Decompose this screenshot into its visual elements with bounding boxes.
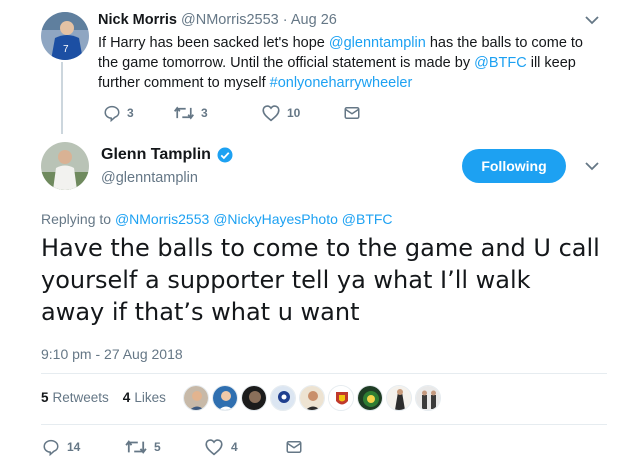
message-button[interactable]: [284, 438, 304, 456]
like-icon: [262, 105, 280, 122]
avatar[interactable]: 7: [41, 12, 89, 60]
tweet-actions: 14 5 4: [41, 438, 341, 456]
mention-link[interactable]: @BTFC: [474, 55, 527, 71]
retweet-icon: [174, 106, 194, 120]
hashtag-link[interactable]: #onlyoneharrywheeler: [270, 75, 413, 91]
avatar[interactable]: [357, 385, 383, 411]
mention-link[interactable]: @NickyHayesPhoto: [213, 211, 338, 227]
chevron-down-icon[interactable]: [584, 14, 600, 26]
avatar[interactable]: [183, 385, 209, 411]
divider: [41, 373, 607, 374]
message-icon: [286, 441, 302, 453]
avatar[interactable]: [212, 385, 238, 411]
retweets-label: Retweets: [52, 390, 109, 405]
reply-icon: [43, 439, 59, 456]
reply-button[interactable]: 3: [103, 104, 134, 122]
avatar[interactable]: [270, 385, 296, 411]
message-icon: [344, 107, 360, 119]
parent-tweet[interactable]: 7 Nick Morris @NMorris2553 · Aug 26 If H…: [0, 0, 640, 134]
following-button[interactable]: Following: [462, 149, 566, 183]
retweets-stat[interactable]: 5 Retweets: [41, 390, 109, 405]
author-row: Glenn Tamplin: [101, 146, 234, 164]
replying-to: Replying to @NMorris2553 @NickyHayesPhot…: [41, 211, 393, 227]
like-icon: [205, 439, 223, 456]
replying-prefix: Replying to: [41, 211, 115, 227]
liker-avatars: [183, 385, 444, 411]
retweet-button[interactable]: 3: [173, 104, 208, 122]
likes-stat[interactable]: 4 Likes: [123, 390, 166, 405]
mention-link[interactable]: @glenntamplin: [329, 35, 426, 51]
tweet-text: Have the balls to come to the game and U…: [41, 234, 600, 326]
svg-text:7: 7: [63, 44, 69, 55]
like-button[interactable]: 4: [203, 438, 238, 456]
retweet-icon: [125, 440, 147, 454]
author-handle[interactable]: @NMorris2553: [181, 12, 279, 28]
reply-count: 14: [67, 440, 81, 454]
reply-button[interactable]: 14: [41, 438, 80, 456]
retweet-count: 3: [201, 106, 208, 120]
verified-badge-icon: [217, 147, 233, 163]
engagement-stats: 5 Retweets 4 Likes: [41, 390, 166, 405]
retweet-button[interactable]: 5: [124, 438, 161, 456]
tweet-actions: 3 3 10: [103, 104, 423, 122]
likes-label: Likes: [134, 390, 166, 405]
like-button[interactable]: 10: [261, 104, 300, 122]
avatar[interactable]: [328, 385, 354, 411]
reply-icon: [104, 105, 120, 122]
parent-tweet-header: Nick Morris @NMorris2553 · Aug 26: [98, 12, 337, 28]
tweet-date[interactable]: Aug 26: [291, 12, 337, 28]
mention-link[interactable]: @NMorris2553: [115, 211, 209, 227]
like-count: 4: [122, 390, 131, 405]
text-segment: If Harry has been sacked let's hope: [98, 35, 329, 51]
author-handle[interactable]: @glenntamplin: [101, 170, 198, 186]
avatar[interactable]: [241, 385, 267, 411]
retweet-count: 5: [154, 440, 161, 454]
avatar[interactable]: [299, 385, 325, 411]
author-name[interactable]: Glenn Tamplin: [101, 146, 211, 164]
separator: ·: [282, 12, 288, 28]
avatar[interactable]: [415, 385, 441, 411]
reply-count: 3: [127, 106, 134, 120]
avatar[interactable]: [41, 142, 89, 190]
message-button[interactable]: [343, 104, 361, 122]
retweet-count: 5: [41, 390, 49, 405]
thread-line: [61, 62, 63, 134]
tweet-timestamp[interactable]: 9:10 pm - 27 Aug 2018: [41, 346, 183, 362]
like-count: 4: [231, 440, 238, 454]
chevron-down-icon[interactable]: [584, 160, 600, 172]
avatar[interactable]: [386, 385, 412, 411]
divider: [41, 424, 607, 425]
like-count: 10: [287, 106, 301, 120]
tweet-text: If Harry has been sacked let's hope @gle…: [98, 33, 598, 93]
author-name[interactable]: Nick Morris: [98, 12, 177, 28]
mention-link[interactable]: @BTFC: [342, 211, 393, 227]
